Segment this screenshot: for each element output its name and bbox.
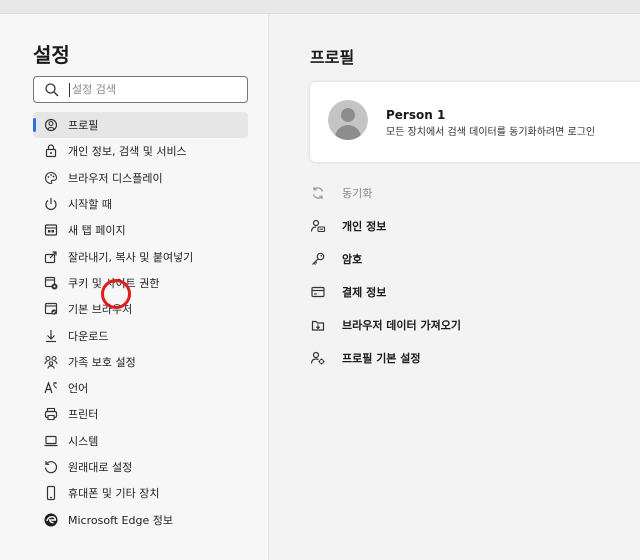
setting-sync[interactable]: 동기화 xyxy=(310,176,640,209)
sidebar-item-appearance[interactable]: 브라우저 디스플레이 xyxy=(33,165,248,191)
setting-personal-info[interactable]: 개인 정보 xyxy=(310,209,640,242)
main-content: 프로필 Person 1 모든 장치에서 검색 데이터를 동기화하려면 로그인 … xyxy=(270,14,640,560)
new-tab-icon xyxy=(43,222,59,238)
sidebar-item-label: Microsoft Edge 정보 xyxy=(68,513,173,527)
cookie-site-icon xyxy=(43,275,59,291)
setting-label: 동기화 xyxy=(342,186,373,200)
sidebar-item-startup[interactable]: 시작할 때 xyxy=(33,191,248,217)
sidebar-item-label: 가족 보호 설정 xyxy=(68,355,136,369)
setting-payment-info[interactable]: 결제 정보 xyxy=(310,275,640,308)
sidebar-item-label: 개인 정보, 검색 및 서비스 xyxy=(68,145,187,159)
search-box[interactable] xyxy=(33,76,248,103)
search-icon xyxy=(44,82,60,98)
setting-label: 브라우저 데이터 가져오기 xyxy=(342,318,461,332)
sidebar-item-share-copy-paste[interactable]: 잘라내기, 복사 및 붙여넣기 xyxy=(33,243,248,269)
printer-icon xyxy=(43,406,59,422)
sidebar-item-label: 휴대폰 및 기타 장치 xyxy=(68,487,160,501)
download-icon xyxy=(43,328,59,344)
avatar xyxy=(328,100,368,140)
profile-settings-list: 동기화 개인 정보 암호 결제 정보 브라우저 데이터 가져오기 프로필 기본 … xyxy=(310,176,640,374)
sidebar-item-languages[interactable]: 언어 xyxy=(33,375,248,401)
profile-subtitle: 모든 장치에서 검색 데이터를 동기화하려면 로그인 xyxy=(386,127,596,138)
search-input[interactable] xyxy=(72,79,242,100)
power-icon xyxy=(43,196,59,212)
sidebar-item-label: 프린터 xyxy=(68,408,99,422)
reset-icon xyxy=(43,459,59,475)
sidebar-item-profile[interactable]: 프로필 xyxy=(33,112,248,139)
import-icon xyxy=(310,317,326,333)
share-icon xyxy=(43,249,59,265)
setting-label: 암호 xyxy=(342,252,363,266)
language-icon xyxy=(43,380,59,396)
sidebar-item-label: 언어 xyxy=(68,382,89,396)
sidebar-item-cookies-site-permissions[interactable]: 쿠키 및 사이트 권한 xyxy=(33,270,248,296)
profile-card[interactable]: Person 1 모든 장치에서 검색 데이터를 동기화하려면 로그인 xyxy=(310,82,640,162)
setting-label: 프로필 기본 설정 xyxy=(342,351,421,365)
sidebar-title: 설정 xyxy=(33,43,70,67)
key-icon xyxy=(310,251,326,267)
setting-label: 개인 정보 xyxy=(342,219,387,233)
sidebar-item-phone-devices[interactable]: 휴대폰 및 기타 장치 xyxy=(33,480,248,506)
sidebar-item-label: 프로필 xyxy=(68,119,99,133)
personal-info-icon xyxy=(310,218,326,234)
sidebar-item-label: 잘라내기, 복사 및 붙여넣기 xyxy=(68,250,194,264)
sidebar-item-privacy[interactable]: 개인 정보, 검색 및 서비스 xyxy=(33,138,248,164)
text-caret xyxy=(69,83,70,97)
card-icon xyxy=(310,284,326,300)
avatar-head xyxy=(341,108,355,122)
sidebar-item-downloads[interactable]: 다운로드 xyxy=(33,322,248,348)
page-title: 프로필 xyxy=(310,48,355,67)
profile-name: Person 1 xyxy=(386,108,446,122)
sidebar-item-default-browser[interactable]: 기본 브라우저 xyxy=(33,296,248,322)
setting-import-browser-data[interactable]: 브라우저 데이터 가져오기 xyxy=(310,308,640,341)
sidebar-item-printers[interactable]: 프린터 xyxy=(33,401,248,427)
sidebar-item-label: 브라우저 디스플레이 xyxy=(68,171,163,185)
click-highlight-marker xyxy=(101,279,131,309)
palette-icon xyxy=(43,170,59,186)
setting-profile-preferences[interactable]: 프로필 기본 설정 xyxy=(310,341,640,374)
setting-label: 결제 정보 xyxy=(342,285,387,299)
laptop-icon xyxy=(43,433,59,449)
family-icon xyxy=(43,354,59,370)
sidebar-item-system[interactable]: 시스템 xyxy=(33,428,248,454)
default-browser-icon xyxy=(43,301,59,317)
setting-passwords[interactable]: 암호 xyxy=(310,242,640,275)
profile-icon xyxy=(43,117,59,133)
sidebar-item-new-tab[interactable]: 새 탭 페이지 xyxy=(33,217,248,243)
sidebar-item-reset[interactable]: 원래대로 설정 xyxy=(33,454,248,480)
sidebar-item-label: 원래대로 설정 xyxy=(68,461,133,474)
settings-sidebar: 설정 프로필 개인 정보, 검색 및 서비스 브라우저 디스플레이 시작할 때 … xyxy=(0,14,269,560)
sidebar-nav: 프로필 개인 정보, 검색 및 서비스 브라우저 디스플레이 시작할 때 새 탭… xyxy=(33,112,248,533)
sidebar-item-label: 다운로드 xyxy=(68,329,109,343)
sidebar-item-label: 시스템 xyxy=(68,434,99,448)
profile-settings-icon xyxy=(310,350,326,366)
sidebar-item-label: 시작할 때 xyxy=(68,198,112,212)
window-top-bar xyxy=(0,0,640,14)
phone-icon xyxy=(43,485,59,501)
sidebar-item-family-safety[interactable]: 가족 보호 설정 xyxy=(33,349,248,375)
lock-icon xyxy=(43,143,59,159)
sidebar-item-about-edge[interactable]: Microsoft Edge 정보 xyxy=(33,506,248,532)
avatar-body xyxy=(335,125,361,140)
sync-icon xyxy=(310,185,326,201)
edge-logo-icon xyxy=(43,512,59,528)
sidebar-item-label: 새 탭 페이지 xyxy=(68,224,126,238)
